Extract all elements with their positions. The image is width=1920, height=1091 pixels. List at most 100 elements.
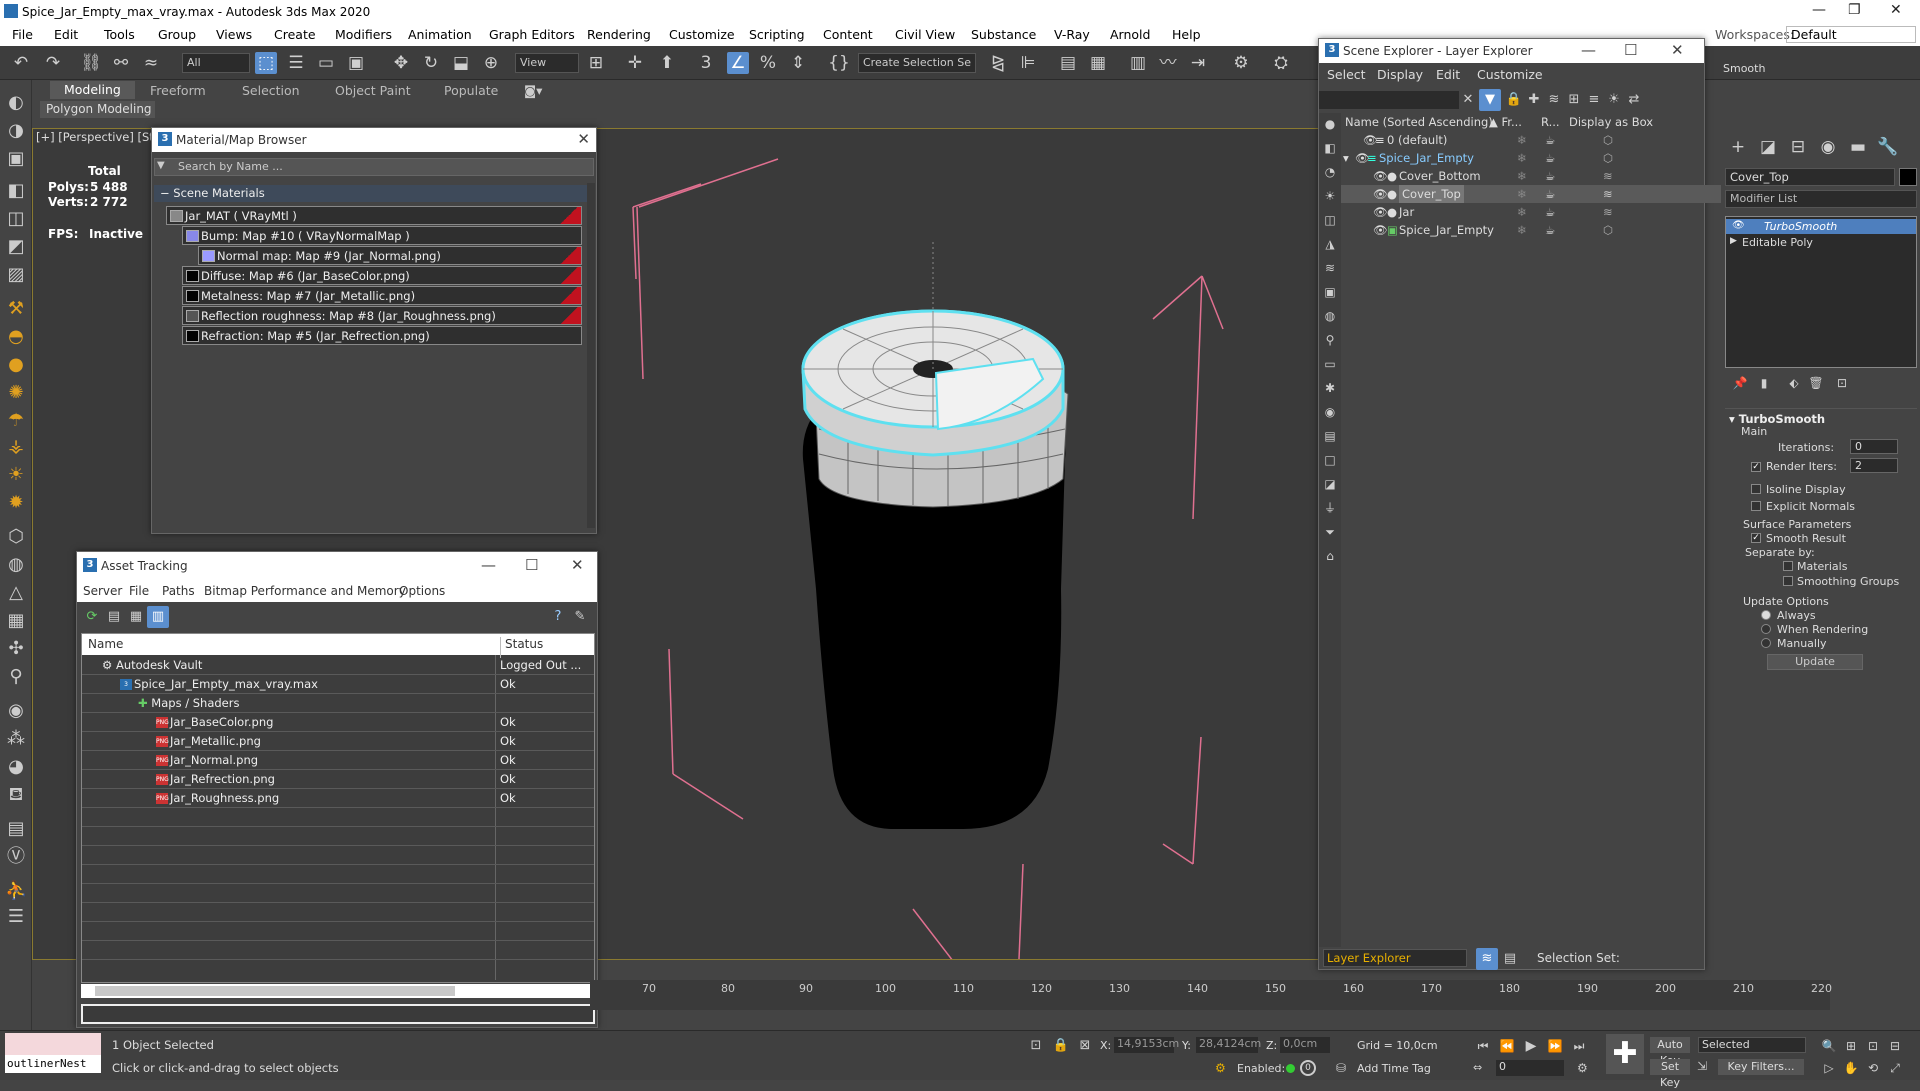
spot-icon[interactable]: ☂ <box>5 410 27 432</box>
explorer-type-dropdown[interactable]: Layer Explorer <box>1323 949 1467 967</box>
pivot-icon[interactable]: ⊞ <box>585 52 607 74</box>
select-by-name-icon[interactable]: ☰ <box>285 52 307 74</box>
sun-icon[interactable]: ☀ <box>5 464 27 486</box>
reference-coord-dropdown[interactable]: View <box>515 53 579 73</box>
auto-key-button[interactable]: Auto Key <box>1650 1037 1690 1067</box>
tab-object-paint[interactable]: Object Paint <box>335 83 411 98</box>
minimize-icon[interactable]: — <box>1812 2 1826 18</box>
cylinder-icon[interactable]: ◍ <box>5 554 27 576</box>
column-display-as-box[interactable]: Display as Box <box>1569 115 1653 129</box>
menu-scripting[interactable]: Scripting <box>749 27 805 42</box>
show-end-result-icon[interactable]: ▮ <box>1753 372 1775 394</box>
maximize-icon[interactable]: ❐ <box>1848 2 1861 18</box>
teapot-icon[interactable]: ☕ <box>1545 221 1555 239</box>
viewport-icon[interactable]: ▣ <box>5 148 27 170</box>
explicit-normals-checkbox[interactable] <box>1751 501 1761 511</box>
tree-row-cover-top[interactable]: 👁 ● Cover_Top ❄ ☕ ≋ <box>1341 185 1721 203</box>
utilities-tab-icon[interactable]: 🔧 <box>1877 136 1899 158</box>
zoom-extents-all-icon[interactable]: ⊟ <box>1884 1035 1906 1057</box>
render-iters-spinner[interactable]: 2 <box>1850 458 1898 473</box>
sky-icon[interactable]: ✹ <box>5 492 27 514</box>
pin-icon[interactable]: ⚲ <box>5 666 27 688</box>
display-helpers-icon[interactable]: ◮ <box>1319 233 1341 255</box>
link-icon[interactable]: ⛓ <box>80 52 102 74</box>
asset-path-field[interactable] <box>81 1004 595 1024</box>
render-ball-icon[interactable]: ◕ <box>5 756 27 778</box>
play-icon[interactable]: ▶ <box>1520 1035 1542 1057</box>
layer-explorer-toggle-icon[interactable]: ≋ <box>1476 948 1498 970</box>
orbit-view-icon[interactable]: ⟲ <box>1862 1057 1884 1079</box>
workspaces-dropdown[interactable]: Default <box>1786 26 1916 43</box>
asset-tracking-titlebar[interactable]: 3 Asset Tracking — ☐ ✕ <box>77 552 597 580</box>
expand-icon[interactable]: ≡ <box>1583 89 1605 111</box>
display-frozen-icon[interactable]: ✱ <box>1319 377 1341 399</box>
maxscript-input[interactable]: outlinerNest <box>5 1055 101 1073</box>
time-config-icon[interactable]: ⚙ <box>1577 1061 1588 1075</box>
eye-icon[interactable]: 👁 <box>1373 185 1388 203</box>
column-name[interactable]: Name (Sorted Ascending) <box>1345 115 1493 129</box>
lock-icon[interactable]: 🔒 <box>1503 89 1525 111</box>
align-icon[interactable]: ⊫ <box>1017 52 1039 74</box>
rotate-icon[interactable]: ↻ <box>420 52 442 74</box>
asset-row[interactable]: PNGJar_BaseColor.png Ok <box>82 713 594 732</box>
go-to-end-icon[interactable]: ⏭ <box>1568 1035 1590 1057</box>
thumbnail-view-icon[interactable]: ▦ <box>125 606 147 628</box>
hierarchy-icon[interactable]: ⊞ <box>1563 89 1585 111</box>
object-color-swatch[interactable] <box>1899 168 1917 186</box>
menu-create[interactable]: Create <box>274 27 316 42</box>
clear-icon[interactable]: ✕ <box>1457 89 1479 111</box>
display-all-icon[interactable]: ▤ <box>1319 425 1341 447</box>
render-iters-checkbox[interactable]: ✓ <box>1751 462 1761 472</box>
menu-graph-editors[interactable]: Graph Editors <box>489 27 575 42</box>
box-icon[interactable]: ⬡ <box>5 526 27 548</box>
box-icon[interactable]: ⬡ <box>1603 131 1613 149</box>
freeze-icon[interactable]: ❄ <box>1517 167 1527 185</box>
balls-icon[interactable]: ⁂ <box>5 728 27 750</box>
filter-icon[interactable]: ▼ <box>1479 89 1501 111</box>
mirror-icon[interactable]: ⧎ <box>987 52 1009 74</box>
light-bulb-icon[interactable]: ☀ <box>1603 89 1625 111</box>
horizontal-scrollbar[interactable] <box>81 984 595 998</box>
manually-radio[interactable] <box>1761 638 1771 648</box>
display-groups-icon[interactable]: ▣ <box>1319 281 1341 303</box>
modifier-list-dropdown[interactable]: Modifier List <box>1725 190 1917 208</box>
map-diffuse[interactable]: Diffuse: Map #6 (Jar_BaseColor.png) <box>182 266 582 285</box>
column-status[interactable]: Status <box>500 637 543 658</box>
lamp-icon[interactable]: ⚶ <box>5 436 27 458</box>
menu-display[interactable]: Display <box>1377 67 1423 82</box>
asset-row[interactable]: ⚙ Autodesk Vault Logged Out ... <box>82 656 594 675</box>
freeze-icon[interactable]: ❄ <box>1517 203 1527 221</box>
column-name[interactable]: Name <box>88 637 123 651</box>
tree-row-spice-jar-layer[interactable]: ▾ 👁 ≡ Spice_Jar_Empty ❄ ☕ ⬡ <box>1341 149 1721 167</box>
menu-animation[interactable]: Animation <box>408 27 472 42</box>
menu-vray[interactable]: V-Ray <box>1054 27 1090 42</box>
minus-icon[interactable]: − <box>160 186 170 200</box>
add-layer-icon[interactable]: ✚ <box>1523 89 1545 111</box>
edit-named-selection-icon[interactable]: {} <box>828 52 850 74</box>
asset-row[interactable]: ✚ Maps / Shaders <box>82 694 594 713</box>
teapot-icon[interactable]: ☕ <box>1545 149 1555 167</box>
map-metalness[interactable]: Metalness: Map #7 (Jar_Metallic.png) <box>182 286 582 305</box>
menu-paths[interactable]: Paths <box>162 584 195 598</box>
object-name-field[interactable]: Cover_Top <box>1725 168 1895 186</box>
scene-filter-input[interactable] <box>1319 91 1459 109</box>
pan-view-icon[interactable]: ✋ <box>1840 1057 1862 1079</box>
current-frame-spinner[interactable]: 0 <box>1496 1060 1564 1076</box>
select-object-icon[interactable]: ⬚ <box>255 52 277 74</box>
y-coordinate[interactable]: 28,4124cm <box>1196 1037 1261 1053</box>
toggle-scene-explorer-icon[interactable]: ▤ <box>1057 52 1079 74</box>
scene-materials-header[interactable]: − Scene Materials <box>154 185 594 202</box>
light-icon[interactable]: ◫ <box>5 208 27 230</box>
maximize-viewport-icon[interactable]: ⤢ <box>1884 1057 1906 1079</box>
eye-icon[interactable]: 👁 <box>1732 220 1745 231</box>
set-key-big-icon[interactable]: ✚ <box>1606 1034 1644 1074</box>
time-tag-counter[interactable]: 0 <box>1300 1060 1316 1076</box>
hierarchy-toggle-icon[interactable]: ▤ <box>1499 948 1521 970</box>
timeline-ruler[interactable]: 70 80 90 100 110 120 130 140 150 160 170… <box>590 980 1832 1010</box>
teapot-icon[interactable]: ☕ <box>1545 203 1555 221</box>
menu-customize[interactable]: Customize <box>1477 67 1543 82</box>
tab-freeform[interactable]: Freeform <box>150 83 206 98</box>
search-input[interactable]: Search by Name ... <box>178 160 283 173</box>
camera-icon[interactable]: ◧ <box>5 180 27 202</box>
foliage-icon[interactable]: ✣ <box>5 638 27 660</box>
